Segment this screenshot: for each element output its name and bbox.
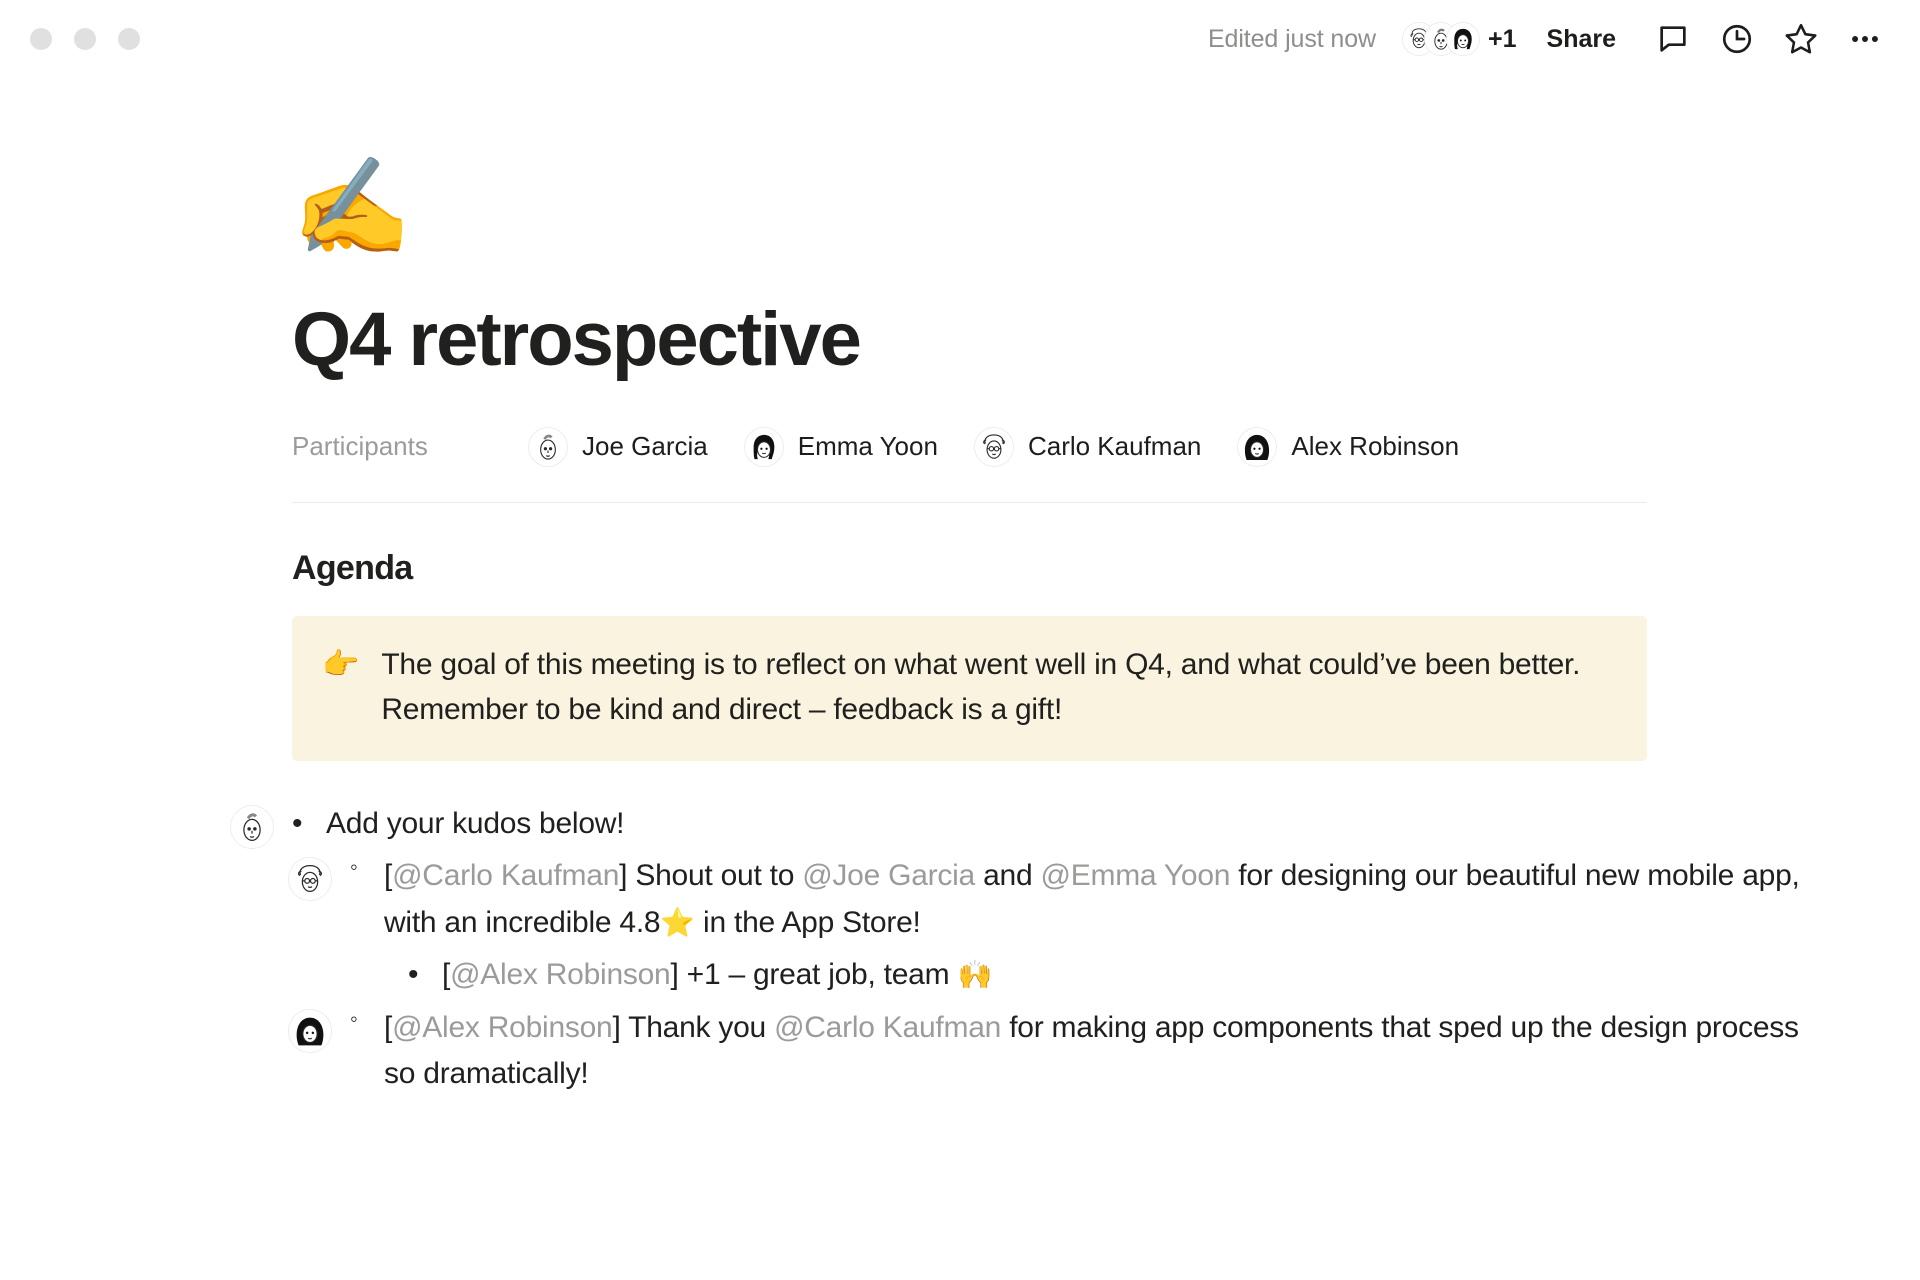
list-item[interactable]: ◦ [@Carlo Kaufman] Shout out to @Joe Gar… bbox=[288, 853, 1820, 946]
bullet-marker: ◦ bbox=[350, 854, 358, 880]
bracket-close: ] bbox=[670, 958, 679, 992]
text-segment: Thank you bbox=[620, 1010, 775, 1044]
avatar-alex-robinson[interactable] bbox=[288, 1008, 332, 1053]
bracket-open: [ bbox=[384, 1010, 393, 1044]
text-segment: and bbox=[975, 859, 1041, 893]
list-item-text: [@Alex Robinson] Thank you @Carlo Kaufma… bbox=[384, 1005, 1820, 1098]
text-segment: +1 – great job, team bbox=[678, 958, 958, 992]
document-body: ✍️ Q4 retrospective Participants Joe Gar… bbox=[0, 160, 1920, 1098]
text-segment: Shout out to bbox=[627, 859, 803, 893]
avatar-joe-garcia bbox=[528, 426, 568, 467]
avatar-carlo-kaufman[interactable] bbox=[288, 857, 332, 902]
window-titlebar: Edited just now +1 Share bbox=[0, 0, 1920, 88]
comment-icon[interactable] bbox=[1652, 18, 1694, 60]
participant-name: Carlo Kaufman bbox=[1027, 431, 1202, 462]
list-item[interactable]: • Add your kudos below! bbox=[230, 801, 1820, 849]
raising-hands-emoji: 🙌 bbox=[957, 959, 993, 991]
avatar-emma-yoon bbox=[743, 426, 784, 467]
page-title[interactable]: Q4 retrospective bbox=[292, 300, 1820, 380]
participants-row: Participants Joe Garcia Emma Yoon Carlo … bbox=[292, 424, 1820, 470]
avatar-alex-robinson bbox=[1237, 426, 1278, 467]
collaborator-avatar-stack[interactable] bbox=[1402, 22, 1480, 56]
text-segment: in the App Store! bbox=[694, 905, 921, 939]
more-options-icon[interactable] bbox=[1844, 18, 1886, 60]
bullet-marker: ◦ bbox=[350, 1005, 358, 1031]
list-item-text: [@Alex Robinson] +1 – great job, team 🙌 bbox=[442, 952, 1820, 999]
list-item[interactable]: • [@Alex Robinson] +1 – great job, team … bbox=[408, 952, 1820, 999]
mention-alex-robinson[interactable]: @Alex Robinson bbox=[392, 1011, 613, 1044]
participant-joe-garcia[interactable]: Joe Garcia bbox=[528, 426, 708, 467]
star-icon[interactable] bbox=[1780, 18, 1822, 60]
bracket-open: [ bbox=[442, 958, 451, 992]
avatar-carlo-kaufman bbox=[973, 426, 1014, 467]
share-button[interactable]: Share bbox=[1547, 25, 1616, 54]
list-item-text: Add your kudos below! bbox=[326, 806, 625, 840]
avatar-overflow-count[interactable]: +1 bbox=[1488, 25, 1517, 54]
bullet-marker: • bbox=[292, 806, 303, 840]
header-actions: Edited just now +1 Share bbox=[1208, 18, 1886, 60]
window-controls bbox=[30, 28, 140, 50]
mention-joe-garcia[interactable]: @Joe Garcia bbox=[802, 859, 975, 892]
participants-label: Participants bbox=[292, 431, 428, 462]
callout-block[interactable]: 👉 The goal of this meeting is to reflect… bbox=[292, 615, 1647, 761]
bracket-close: ] bbox=[612, 1010, 621, 1044]
list-item-text: [@Carlo Kaufman] Shout out to @Joe Garci… bbox=[384, 853, 1820, 946]
maximize-window-button[interactable] bbox=[118, 28, 140, 50]
list-item[interactable]: ◦ [@Alex Robinson] Thank you @Carlo Kauf… bbox=[288, 1005, 1820, 1098]
agenda-heading[interactable]: Agenda bbox=[292, 549, 1820, 588]
participant-name: Joe Garcia bbox=[582, 431, 708, 462]
history-icon[interactable] bbox=[1716, 18, 1758, 60]
mention-alex-robinson[interactable]: @Alex Robinson bbox=[450, 958, 671, 991]
avatar-emma-yoon[interactable] bbox=[1446, 22, 1480, 56]
mention-carlo-kaufman[interactable]: @Carlo Kaufman bbox=[774, 1011, 1001, 1044]
mention-carlo-kaufman[interactable]: @Carlo Kaufman bbox=[392, 859, 619, 892]
avatar-joe-garcia[interactable] bbox=[230, 804, 274, 849]
participant-alex-robinson[interactable]: Alex Robinson bbox=[1237, 426, 1460, 467]
bracket-open: [ bbox=[384, 859, 393, 893]
kudos-list: • Add your kudos below! ◦ [@Carlo Kaufma… bbox=[230, 801, 1820, 1098]
header-divider bbox=[292, 501, 1647, 503]
bullet-marker: • bbox=[408, 958, 419, 992]
mention-emma-yoon[interactable]: @Emma Yoon bbox=[1040, 859, 1230, 892]
pointing-right-icon: 👉 bbox=[322, 647, 360, 681]
callout-text: The goal of this meeting is to reflect o… bbox=[381, 647, 1581, 727]
page-icon-writing-hand-emoji[interactable]: ✍️ bbox=[292, 160, 1820, 256]
participant-carlo-kaufman[interactable]: Carlo Kaufman bbox=[973, 426, 1202, 467]
star-emoji: ⭐ bbox=[660, 906, 695, 938]
minimize-window-button[interactable] bbox=[74, 28, 96, 50]
participant-name: Alex Robinson bbox=[1291, 431, 1460, 462]
participant-name: Emma Yoon bbox=[797, 431, 938, 462]
edited-status: Edited just now bbox=[1207, 24, 1376, 53]
close-window-button[interactable] bbox=[30, 28, 52, 50]
participant-emma-yoon[interactable]: Emma Yoon bbox=[743, 426, 938, 467]
